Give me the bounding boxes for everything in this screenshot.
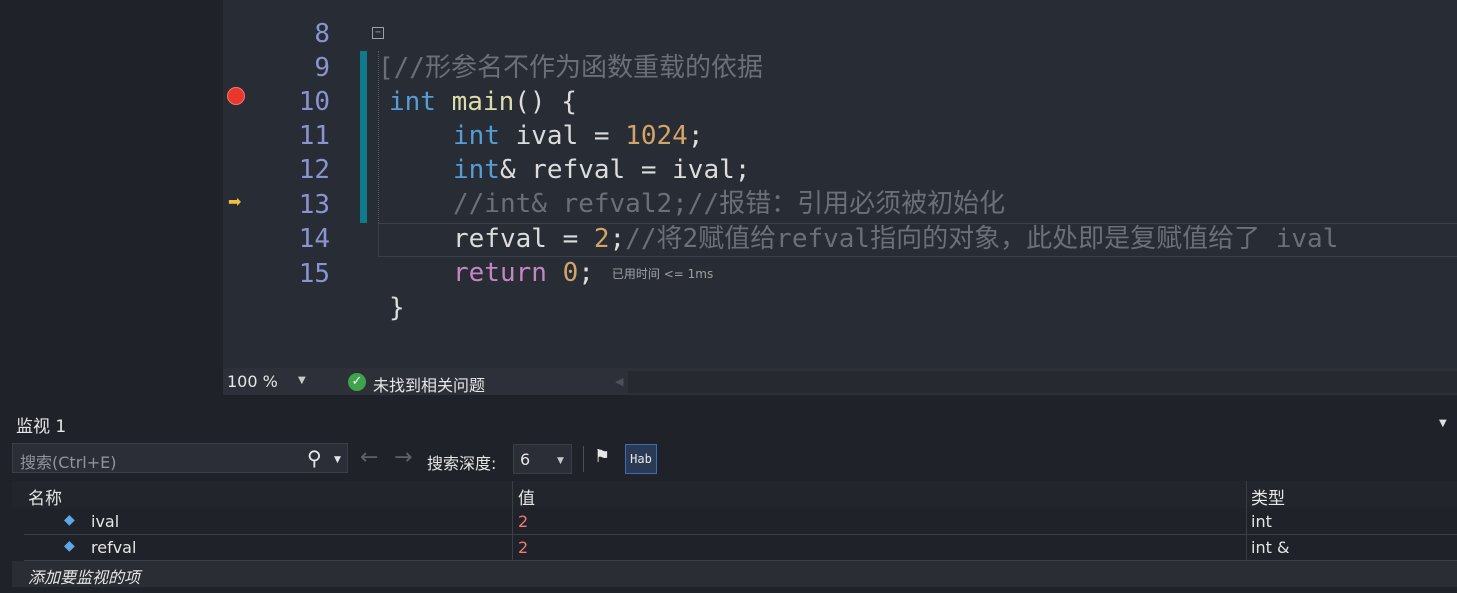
watch-type: int xyxy=(1251,512,1272,531)
column-header-name[interactable]: 名称 xyxy=(28,484,62,509)
panel-menu-chevron-icon[interactable]: ▼ xyxy=(1439,418,1447,429)
code-ident xyxy=(547,258,563,288)
code-punct: ; xyxy=(578,258,594,288)
check-circle-icon: ✓ xyxy=(348,373,366,391)
column-header-value[interactable]: 值 xyxy=(518,484,535,509)
search-depth-select[interactable]: 6 ▼ xyxy=(513,444,572,474)
code-line-9: 9 int main() { xyxy=(248,17,1457,117)
elapsed-time-hint[interactable]: 已用时间 <= 1ms xyxy=(612,267,713,281)
variable-cube-icon: ◆ xyxy=(64,512,75,528)
search-input[interactable]: 搜索(Ctrl+E) ⚲ ▼ xyxy=(12,443,348,473)
add-watch-row[interactable]: 添加要监视的项 xyxy=(12,561,1457,587)
left-gutter-area xyxy=(0,0,223,395)
code-line-13: 13 refval = 2;//将2赋值给refval指向的对象，此处即是复赋值… xyxy=(248,154,1457,254)
watch-value[interactable]: 2 xyxy=(518,512,528,531)
code-line-8: 8 [//形参名不作为函数重载的依据 xyxy=(248,0,1457,83)
watch-grid: 名称 值 类型 ◆ ival 2 int ◆ refval 2 int & 添加… xyxy=(12,481,1457,593)
table-row[interactable]: ◆ refval 2 int & xyxy=(24,535,1457,561)
keyword: return xyxy=(453,258,547,288)
back-arrow-icon[interactable]: ← xyxy=(360,446,378,470)
code-line-14: 14 return 0; 已用时间 <= 1ms xyxy=(248,188,1457,288)
editor-status-bar: 100 % ▼ ✓ 未找到相关问题 ◀ xyxy=(223,368,1457,395)
indicator-margin[interactable] xyxy=(223,0,248,368)
search-depth-label: 搜索深度: xyxy=(427,454,497,473)
watch-name[interactable]: ival xyxy=(91,512,119,531)
code-line-11: 11 int& refval = ival; xyxy=(248,85,1457,185)
code-text: return 0; 已用时间 <= 1ms xyxy=(453,256,713,291)
issues-status[interactable]: 未找到相关问题 xyxy=(373,372,485,396)
search-icon[interactable]: ⚲ xyxy=(307,447,322,469)
zoom-level[interactable]: 100 % xyxy=(227,372,278,391)
code-line-15: 15 } xyxy=(248,223,1457,323)
grid-header: 名称 值 类型 xyxy=(12,481,1457,509)
add-watch-placeholder[interactable]: 添加要监视的项 xyxy=(28,564,140,588)
chevron-down-icon: ▼ xyxy=(557,456,564,466)
code-editor[interactable]: 8 [//形参名不作为函数重载的依据 9 int main() { − 10 i… xyxy=(248,0,1457,368)
code-line-12: 12 //int& refval2;//报错：引用必须被初始化 xyxy=(248,119,1457,219)
column-header-type[interactable]: 类型 xyxy=(1251,484,1285,509)
zoom-dropdown-icon[interactable]: ▼ xyxy=(298,375,306,386)
variable-cube-icon: ◆ xyxy=(64,538,75,554)
pin-filter-icon[interactable]: ⚑ xyxy=(594,447,610,467)
current-statement-arrow-icon: ➡ xyxy=(228,192,242,211)
watch-toolbar: 搜索(Ctrl+E) ⚲ ▼ ← → 搜索深度: 6 ▼ ⚑ Hab xyxy=(0,440,1457,478)
horizontal-scrollbar[interactable] xyxy=(628,371,1457,393)
watch-value[interactable]: 2 xyxy=(518,538,528,557)
search-options-dropdown-icon[interactable]: ▼ xyxy=(334,455,341,465)
code-line-10: 10 int ival = 1024; xyxy=(248,51,1457,151)
code-text: } xyxy=(389,293,405,323)
table-row[interactable]: ◆ ival 2 int xyxy=(24,509,1457,535)
line-number: 15 xyxy=(298,259,330,289)
watch-panel-title: 监视 1 xyxy=(16,417,67,437)
collapse-icon[interactable]: − xyxy=(372,27,384,39)
scroll-left-icon[interactable]: ◀ xyxy=(615,375,623,388)
breakpoint-icon[interactable] xyxy=(227,87,245,105)
forward-arrow-icon[interactable]: → xyxy=(394,446,412,470)
hex-display-toggle[interactable]: Hab xyxy=(625,444,657,474)
toolbar-divider xyxy=(583,446,584,472)
search-placeholder: 搜索(Ctrl+E) xyxy=(20,453,117,472)
search-depth-value: 6 xyxy=(520,450,531,469)
watch-type: int & xyxy=(1251,538,1290,557)
watch-name[interactable]: refval xyxy=(91,538,136,557)
number-literal: 0 xyxy=(562,258,579,288)
